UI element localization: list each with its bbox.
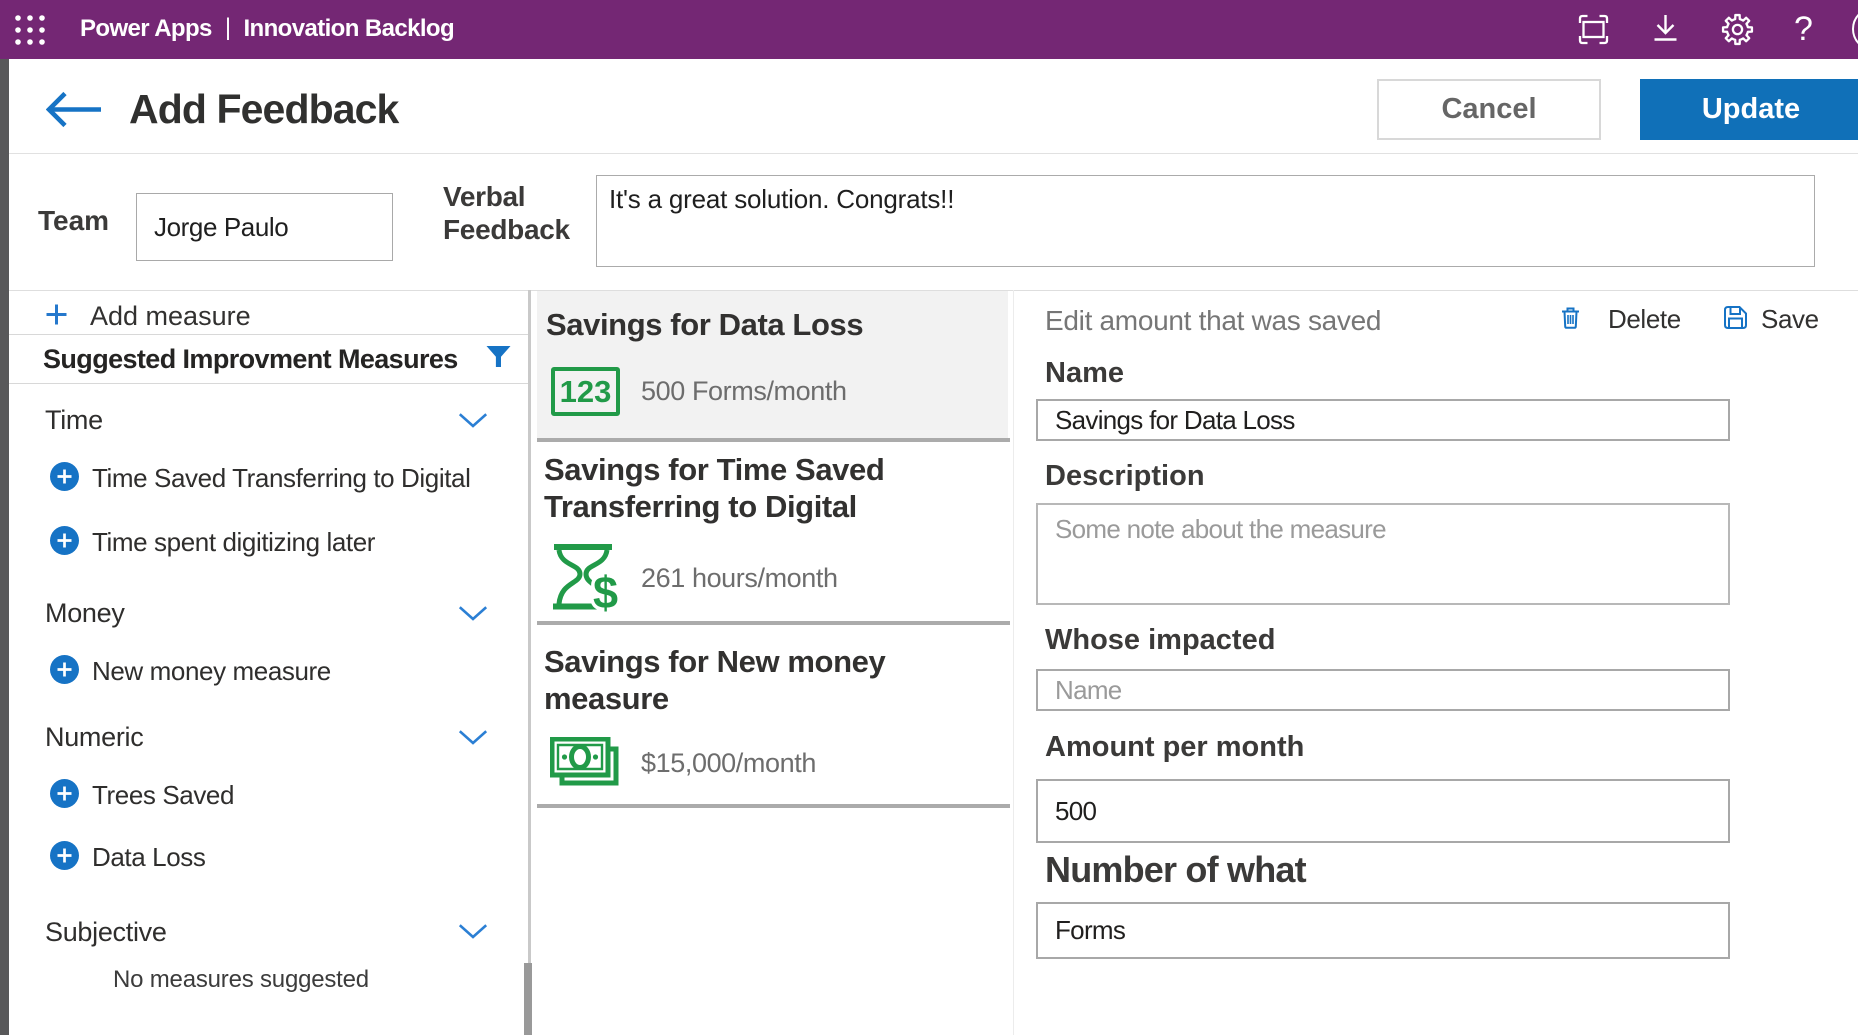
svg-text:$: $: [593, 567, 618, 614]
